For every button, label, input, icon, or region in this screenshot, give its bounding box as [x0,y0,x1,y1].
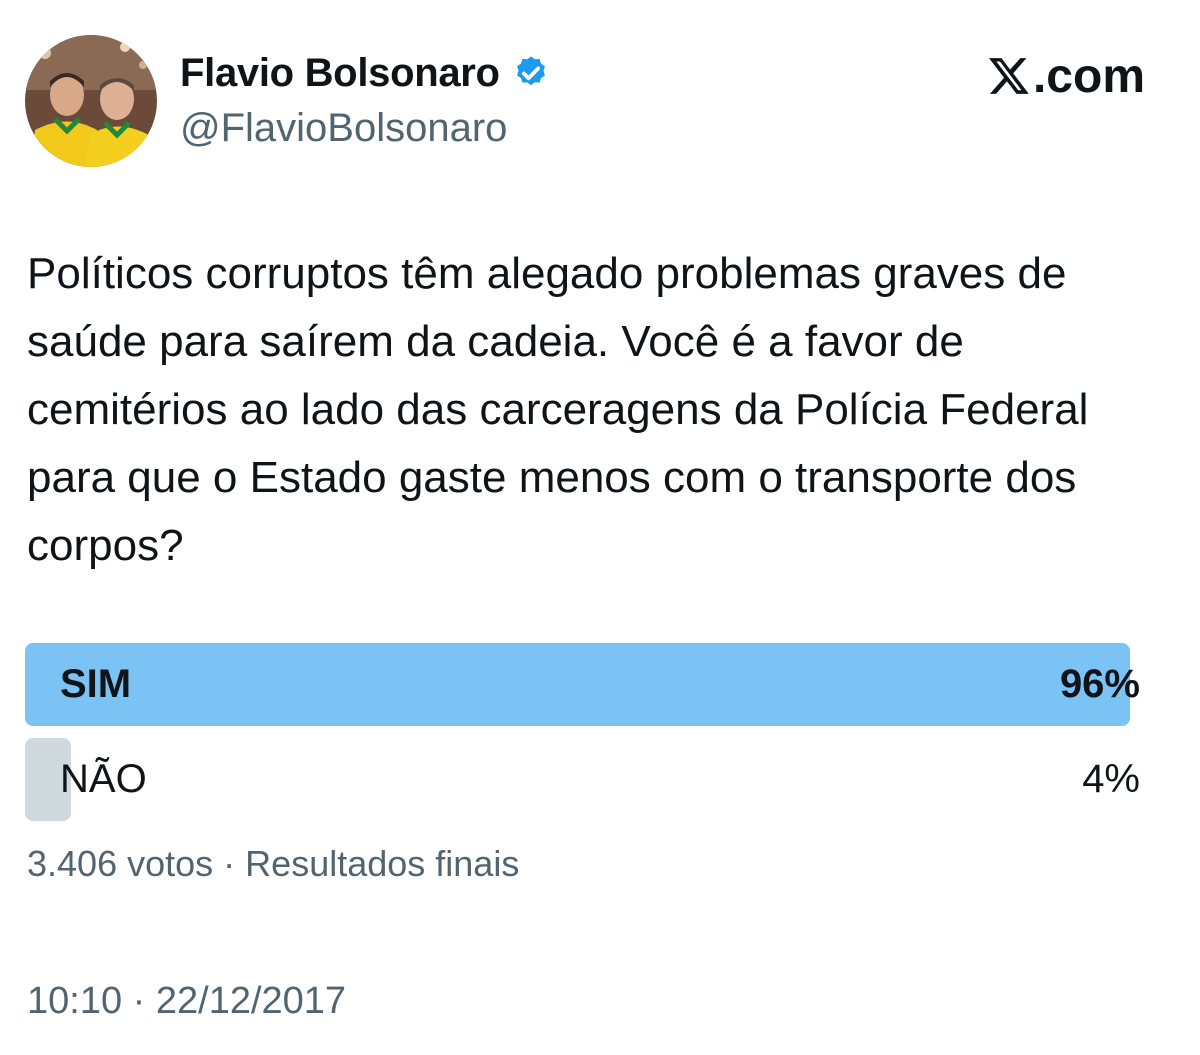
tweet-time: 10:10 [27,980,123,1022]
author-name[interactable]: Flavio Bolsonaro [180,51,500,96]
x-icon [988,58,1029,94]
poll-votes: 3.406 votos [27,843,214,884]
author-name-row[interactable]: Flavio Bolsonaro [180,50,550,96]
x-logo: .com [987,48,1145,104]
tweet-text: Políticos corruptos têm alegado problema… [27,249,1089,570]
poll-option-label: SIM [60,662,132,706]
poll-separator: · [223,843,236,884]
author-handle[interactable]: @FlavioBolsonaro [180,106,507,151]
verified-badge-icon [512,54,550,92]
poll-meta: 3.406 votos · Resultados finais [27,843,519,885]
poll-option-percent: 96% [1059,662,1140,706]
poll-option-sim: SIM 96% [25,643,1145,726]
poll-option-percent: 4% [1082,757,1140,801]
poll-bar-sim [25,643,1130,726]
poll-option-nao: NÃO 4% [25,738,1145,821]
poll-option-label: NÃO [60,757,147,801]
tweet-timestamp[interactable]: 10:10 · 22/12/2017 [27,980,346,1023]
tweet-date: 22/12/2017 [155,980,347,1022]
avatar-photo [25,35,157,167]
brand-domain: .com [1032,49,1145,103]
poll-status: Resultados finais [245,843,520,884]
timestamp-separator: · [132,980,146,1022]
avatar[interactable] [25,35,157,167]
